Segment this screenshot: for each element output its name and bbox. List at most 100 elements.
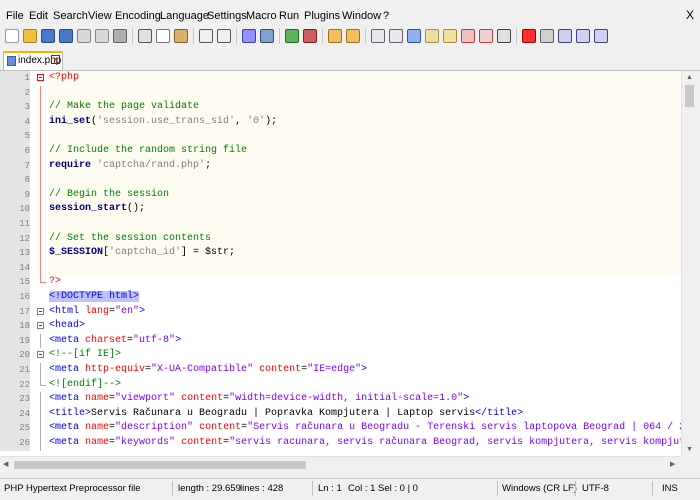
code-line: 8 — [0, 173, 681, 188]
line-number: 3 — [0, 100, 30, 115]
toolbar-separator — [193, 28, 194, 44]
tab-index-php[interactable]: index.php × — [3, 51, 63, 70]
fold-guide — [36, 231, 46, 247]
horizontal-scrollbar[interactable]: ◀ ▶ — [0, 456, 681, 473]
menu-macro[interactable]: Macro — [246, 10, 277, 22]
close-document-button[interactable]: X — [686, 8, 694, 22]
menu-run[interactable]: Run — [279, 10, 299, 22]
show-all-chars-icon[interactable] — [389, 29, 403, 43]
replace-icon[interactable] — [260, 29, 274, 43]
menu-file[interactable]: File — [6, 10, 24, 22]
new-file-icon[interactable] — [5, 29, 19, 43]
code-text — [49, 129, 681, 144]
line-number: 12 — [0, 231, 30, 247]
code-token: $_SESSION — [49, 247, 104, 259]
redo-icon[interactable] — [217, 29, 231, 43]
sync-h-icon[interactable] — [346, 29, 360, 43]
fold-guide — [36, 377, 46, 393]
record-macro-icon[interactable] — [522, 29, 536, 43]
code-line: 23 <meta name="viewport" content="width=d… — [0, 392, 681, 407]
menu-settings[interactable]: Settings — [207, 10, 247, 22]
indent-guide-icon[interactable] — [407, 29, 421, 43]
code-text: <!--[if IE]> — [49, 348, 681, 363]
code-token: <meta — [49, 393, 86, 405]
code-text: // Begin the session — [49, 187, 681, 203]
file-icon — [7, 56, 16, 66]
menu-language[interactable]: Language — [160, 10, 209, 22]
print-icon[interactable] — [113, 29, 127, 43]
code-line: 22 <![endif]--> — [0, 377, 681, 393]
folder-workspace-icon[interactable] — [461, 29, 475, 43]
code-editor[interactable]: 1 <?php 2 3 // Make the page validate 4 ini_se… — [0, 71, 681, 456]
code-line: 2 — [0, 85, 681, 101]
monitor-icon[interactable] — [479, 29, 493, 43]
save-icon[interactable] — [41, 29, 55, 43]
stop-macro-icon[interactable] — [540, 29, 554, 43]
status-selection: Sel : 0 | 0 — [378, 483, 418, 494]
line-number: 6 — [0, 144, 30, 159]
menu-encoding[interactable]: Encoding — [115, 10, 161, 22]
menu-view[interactable]: View — [88, 10, 112, 22]
horizontal-scroll-thumb[interactable] — [14, 461, 306, 469]
close-icon[interactable] — [77, 29, 91, 43]
menu-plugins[interactable]: Plugins — [304, 10, 340, 22]
fold-toggle-icon[interactable] — [36, 305, 46, 320]
zoom-out-icon[interactable] — [303, 29, 317, 43]
find-icon[interactable] — [242, 29, 256, 43]
line-number: 18 — [0, 319, 30, 334]
undo-icon[interactable] — [199, 29, 213, 43]
fold-toggle-icon[interactable] — [36, 71, 46, 86]
code-token: > — [133, 291, 140, 302]
doc-map-icon[interactable] — [425, 29, 439, 43]
scroll-down-icon[interactable]: ▼ — [686, 446, 693, 453]
line-number: 23 — [0, 392, 30, 407]
fold-toggle-icon[interactable] — [36, 348, 46, 363]
sync-v-icon[interactable] — [328, 29, 342, 43]
code-token: name — [85, 393, 110, 405]
scroll-right-icon[interactable]: ▶ — [670, 460, 675, 468]
menu--[interactable]: ? — [383, 10, 389, 22]
code-token: // Include the random string file — [49, 145, 248, 156]
line-number: 14 — [0, 260, 30, 276]
fold-guide — [36, 129, 46, 144]
paste-icon[interactable] — [174, 29, 188, 43]
close-all-icon[interactable] — [95, 29, 109, 43]
code-token: , — [235, 115, 248, 127]
code-token: > — [361, 364, 368, 375]
function-list-icon[interactable] — [443, 29, 457, 43]
code-token: charset — [85, 334, 128, 346]
menu-search[interactable]: Search — [53, 10, 88, 22]
tab-close-icon[interactable]: × — [51, 55, 60, 64]
scroll-left-icon[interactable]: ◀ — [3, 460, 8, 468]
fold-guide — [36, 275, 46, 290]
code-line: 3 // Make the page validate — [0, 100, 681, 115]
code-token: <head> — [49, 320, 86, 332]
code-text: <head> — [49, 319, 681, 334]
line-number: 9 — [0, 187, 30, 203]
code-text — [49, 85, 681, 101]
code-token: <meta — [49, 334, 86, 346]
code-text: ?> — [49, 275, 681, 290]
open-file-icon[interactable] — [23, 29, 37, 43]
eye-icon[interactable] — [497, 29, 511, 43]
fold-guide — [36, 290, 46, 305]
vertical-scroll-thumb[interactable] — [685, 85, 694, 107]
play-macro-icon[interactable] — [558, 29, 572, 43]
code-token: 'session.use_trans_sid' — [97, 115, 236, 127]
menu-window[interactable]: Window — [342, 10, 381, 22]
code-token: <!DOCTYPE html — [49, 291, 134, 302]
fold-guide — [36, 100, 46, 115]
save-macro-icon[interactable] — [594, 29, 608, 43]
run-macro-multiple-icon[interactable] — [576, 29, 590, 43]
menu-edit[interactable]: Edit — [29, 10, 48, 22]
copy-icon[interactable] — [156, 29, 170, 43]
save-all-icon[interactable] — [59, 29, 73, 43]
zoom-in-icon[interactable] — [285, 29, 299, 43]
line-number: 8 — [0, 173, 30, 188]
code-token: // Make the page validate — [49, 101, 200, 113]
fold-toggle-icon[interactable] — [36, 319, 46, 334]
word-wrap-icon[interactable] — [371, 29, 385, 43]
scroll-up-icon[interactable]: ▲ — [686, 74, 693, 81]
vertical-scrollbar[interactable]: ▲ ▼ — [681, 71, 698, 456]
cut-icon[interactable] — [138, 29, 152, 43]
